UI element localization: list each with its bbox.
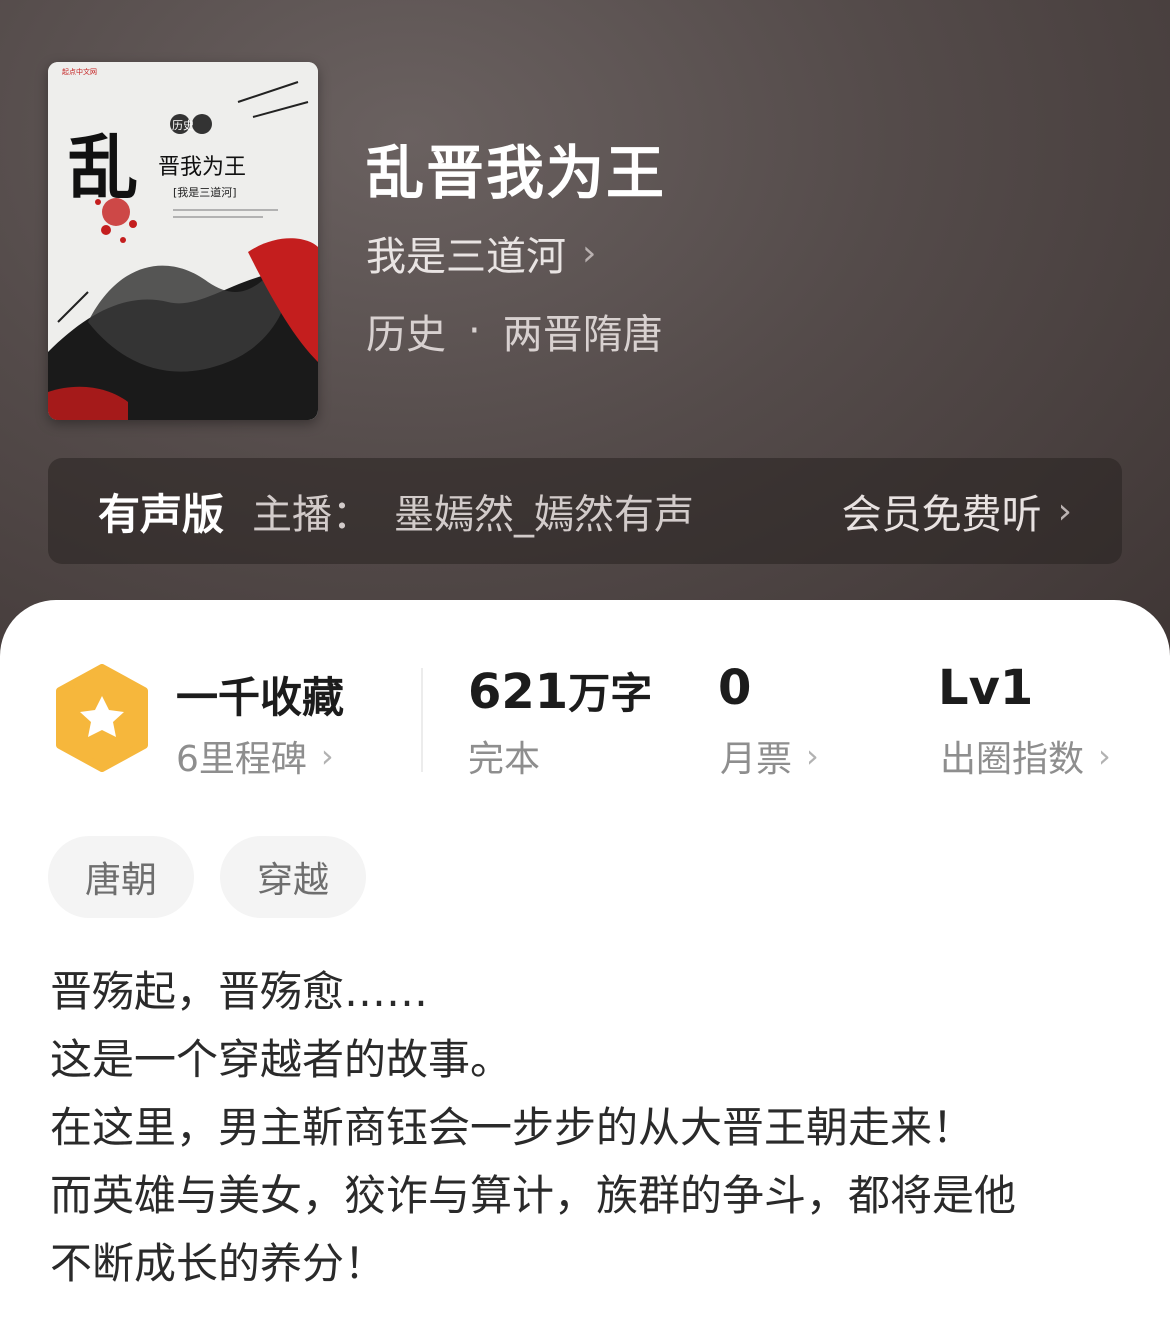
chevron-right-icon: › <box>1057 490 1072 532</box>
subcategory: 两晋隋唐 <box>502 312 663 358</box>
anchor-prefix: 主播： <box>252 492 373 538</box>
author-link[interactable]: 我是三道河 › <box>366 224 596 282</box>
synopsis-line: 在这里，男主靳商钰会一步步的从大晋王朝走来！ <box>50 1103 975 1152</box>
popularity-index-link[interactable]: 出圈指数 › <box>940 730 1111 782</box>
stats-divider <box>421 668 423 772</box>
svg-text:起点中文网: 起点中文网 <box>62 67 97 76</box>
milestone-label: 6里程碑 <box>176 739 307 780</box>
synopsis-line: 晋殇起，晋殇愈…… <box>50 967 429 1016</box>
audio-version-bar[interactable]: 有声版 主播： 墨嫣然_嫣然有声 会员免费听 › <box>48 458 1122 564</box>
svg-text:晋我为王: 晋我为王 <box>158 155 246 180</box>
member-free-listen-label: 会员免费听 <box>841 492 1042 538</box>
author-name: 我是三道河 <box>366 234 566 280</box>
book-cover[interactable]: 乱 晋我为王 历史 [我是三道河] 起点中文网 <box>48 62 318 420</box>
svg-text:[我是三道河]: [我是三道河] <box>173 185 237 199</box>
anchor-name: 墨嫣然_嫣然有声 <box>394 492 695 538</box>
svg-text:历史: 历史 <box>172 119 194 132</box>
member-free-listen-link[interactable]: 会员免费听 › <box>842 482 1072 540</box>
collection-main: 一千收藏 <box>176 673 345 722</box>
chevron-right-icon: › <box>320 737 334 775</box>
book-title: 乱晋我为王 <box>366 139 667 207</box>
star-hexagon-icon <box>56 664 148 772</box>
tag-chip[interactable]: 唐朝 <box>48 836 194 918</box>
genre-line: 历史 · 两晋隋唐 <box>366 302 663 360</box>
word-count-unit: 万字 <box>568 669 653 718</box>
milestone-link[interactable]: 6里程碑 › <box>176 730 334 782</box>
word-count: 621万字 <box>468 660 652 721</box>
popularity-level: Lv1 <box>938 660 1034 716</box>
status-complete: 完本 <box>468 730 540 782</box>
monthly-ticket-link[interactable]: 月票 › <box>720 730 819 782</box>
category: 历史 <box>366 312 446 358</box>
chevron-right-icon: › <box>1098 737 1111 775</box>
word-count-number: 621 <box>468 664 569 720</box>
synopsis-line: 而英雄与美女，狡诈与算计，族群的争斗，都将是他 <box>50 1171 1017 1220</box>
synopsis-line: 这是一个穿越者的故事。 <box>50 1035 513 1084</box>
chevron-right-icon: › <box>806 737 819 775</box>
monthly-ticket-number: 0 <box>718 660 752 716</box>
chevron-right-icon: › <box>582 232 597 274</box>
status-label: 完本 <box>468 739 541 780</box>
svg-text:乱: 乱 <box>68 126 138 209</box>
cover-illustration: 乱 晋我为王 历史 [我是三道河] 起点中文网 <box>48 62 318 420</box>
audio-label: 有声版 <box>98 489 225 539</box>
monthly-ticket-label: 月票 <box>720 739 793 780</box>
monthly-ticket-count: 0 <box>718 660 751 716</box>
synopsis-line: 不断成长的养分！ <box>50 1239 387 1288</box>
popularity-index-label: 出圈指数 <box>940 739 1085 780</box>
tag-chip[interactable]: 穿越 <box>220 836 366 918</box>
popularity-index: Lv1 <box>938 660 1033 716</box>
synopsis: 晋殇起，晋殇愈…… 这是一个穿越者的故事。 在这里，男主靳商钰会一步步的从大晋王… <box>50 958 1130 1298</box>
book-header: 乱 晋我为王 历史 [我是三道河] 起点中文网 乱晋我为王 我是三道河 › 历史… <box>0 0 1170 680</box>
separator: · <box>468 308 481 354</box>
